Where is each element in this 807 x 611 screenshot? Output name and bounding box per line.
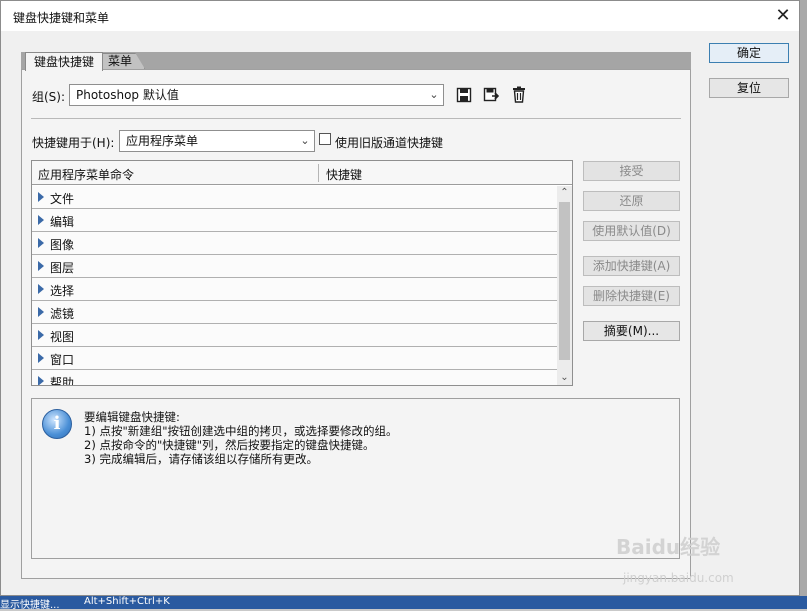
table-row[interactable]: 编辑 (32, 209, 557, 232)
row-label: 视图 (50, 330, 75, 344)
save-as-icon[interactable] (483, 87, 500, 103)
expand-triangle-icon[interactable] (38, 376, 44, 385)
use-default-button[interactable]: 使用默认值(D) (583, 221, 680, 241)
table-row[interactable]: 视图 (32, 324, 557, 347)
row-label: 图层 (50, 261, 75, 275)
row-label: 滤镜 (50, 307, 75, 321)
window-title: 键盘快捷键和菜单 (13, 11, 110, 25)
baidu-watermark-url: jingyan.baidu.com (623, 571, 734, 585)
ok-button[interactable]: 确定 (709, 43, 789, 63)
expand-triangle-icon[interactable] (38, 353, 44, 363)
accept-button[interactable]: 接受 (583, 161, 680, 181)
table-row[interactable]: 选择 (32, 278, 557, 301)
title-bar: 键盘快捷键和菜单 ✕ (1, 1, 799, 31)
help-info-box: i 要编辑键盘快捷键: 1) 点按"新建组"按钮创建选中组的拷贝，或选择要修改的… (31, 398, 680, 559)
shortcuts-table: 应用程序菜单命令 快捷键 文件 编辑 图像 图层 选择 滤镜 视图 窗口 帮助 … (31, 160, 573, 386)
scrollbar-thumb[interactable] (559, 202, 570, 360)
keyboard-shortcuts-dialog: 键盘快捷键和菜单 ✕ 确定 复位 键盘快捷键 菜单 组(S): Photosho… (0, 0, 800, 596)
row-label: 窗口 (50, 353, 75, 367)
row-label: 文件 (50, 192, 75, 206)
set-select[interactable]: Photoshop 默认值 ⌄ (69, 84, 444, 106)
table-row[interactable]: 文件 (32, 186, 557, 209)
expand-triangle-icon[interactable] (38, 192, 44, 202)
shortcuts-for-select[interactable]: 应用程序菜单 ⌄ (119, 130, 315, 152)
row-label: 选择 (50, 284, 75, 298)
info-line: 3) 完成编辑后，请存储该组以存储所有更改。 (84, 452, 318, 466)
table-header: 应用程序菜单命令 快捷键 (32, 161, 572, 185)
info-icon: i (42, 409, 72, 439)
shortcuts-for-value: 应用程序菜单 (126, 134, 199, 148)
delete-shortcut-button[interactable]: 删除快捷键(E) (583, 286, 680, 306)
table-row[interactable]: 窗口 (32, 347, 557, 370)
legacy-channel-shortcuts-label: 使用旧版通道快捷键 (335, 136, 444, 150)
separator (31, 118, 681, 119)
chevron-up-icon[interactable]: ⌃ (557, 186, 572, 200)
set-select-value: Photoshop 默认值 (76, 88, 179, 102)
tab-keyboard-shortcuts[interactable]: 键盘快捷键 (25, 52, 103, 71)
table-row[interactable]: 图层 (32, 255, 557, 278)
row-label: 帮助 (50, 376, 75, 385)
table-row[interactable]: 滤镜 (32, 301, 557, 324)
chevron-down-icon: ⌄ (429, 88, 439, 101)
table-row[interactable]: 帮助 (32, 370, 557, 385)
expand-triangle-icon[interactable] (38, 284, 44, 294)
chevron-down-icon: ⌄ (300, 134, 310, 147)
expand-triangle-icon[interactable] (38, 307, 44, 317)
summary-button[interactable]: 摘要(M)... (583, 321, 680, 341)
legacy-channel-shortcuts-checkbox[interactable] (319, 133, 331, 145)
undo-button[interactable]: 还原 (583, 191, 680, 211)
expand-triangle-icon[interactable] (38, 330, 44, 340)
chevron-down-icon[interactable]: ⌄ (557, 371, 572, 385)
taskbar-shortcut-text: Alt+Shift+Ctrl+K (84, 596, 170, 607)
expand-triangle-icon[interactable] (38, 215, 44, 225)
expand-triangle-icon[interactable] (38, 238, 44, 248)
column-header-command[interactable]: 应用程序菜单命令 (38, 166, 134, 183)
row-label: 图像 (50, 238, 75, 252)
table-row[interactable]: 图像 (32, 232, 557, 255)
background-taskbar: 显示快捷键... Alt+Shift+Ctrl+K (0, 596, 807, 611)
reset-button[interactable]: 复位 (709, 78, 789, 98)
close-button[interactable]: ✕ (771, 5, 795, 27)
shortcuts-for-label: 快捷键用于(H): (32, 136, 115, 150)
table-scrollbar[interactable]: ⌃ ⌄ (557, 186, 572, 385)
row-label: 编辑 (50, 215, 75, 229)
baidu-watermark: Baidu经验 (616, 535, 721, 559)
add-shortcut-button[interactable]: 添加快捷键(A) (583, 256, 680, 276)
set-label: 组(S): (32, 90, 66, 104)
delete-icon[interactable] (511, 86, 527, 103)
column-header-shortcut[interactable]: 快捷键 (326, 166, 362, 183)
expand-triangle-icon[interactable] (38, 261, 44, 271)
save-icon[interactable] (456, 87, 472, 103)
column-divider[interactable] (318, 164, 319, 182)
